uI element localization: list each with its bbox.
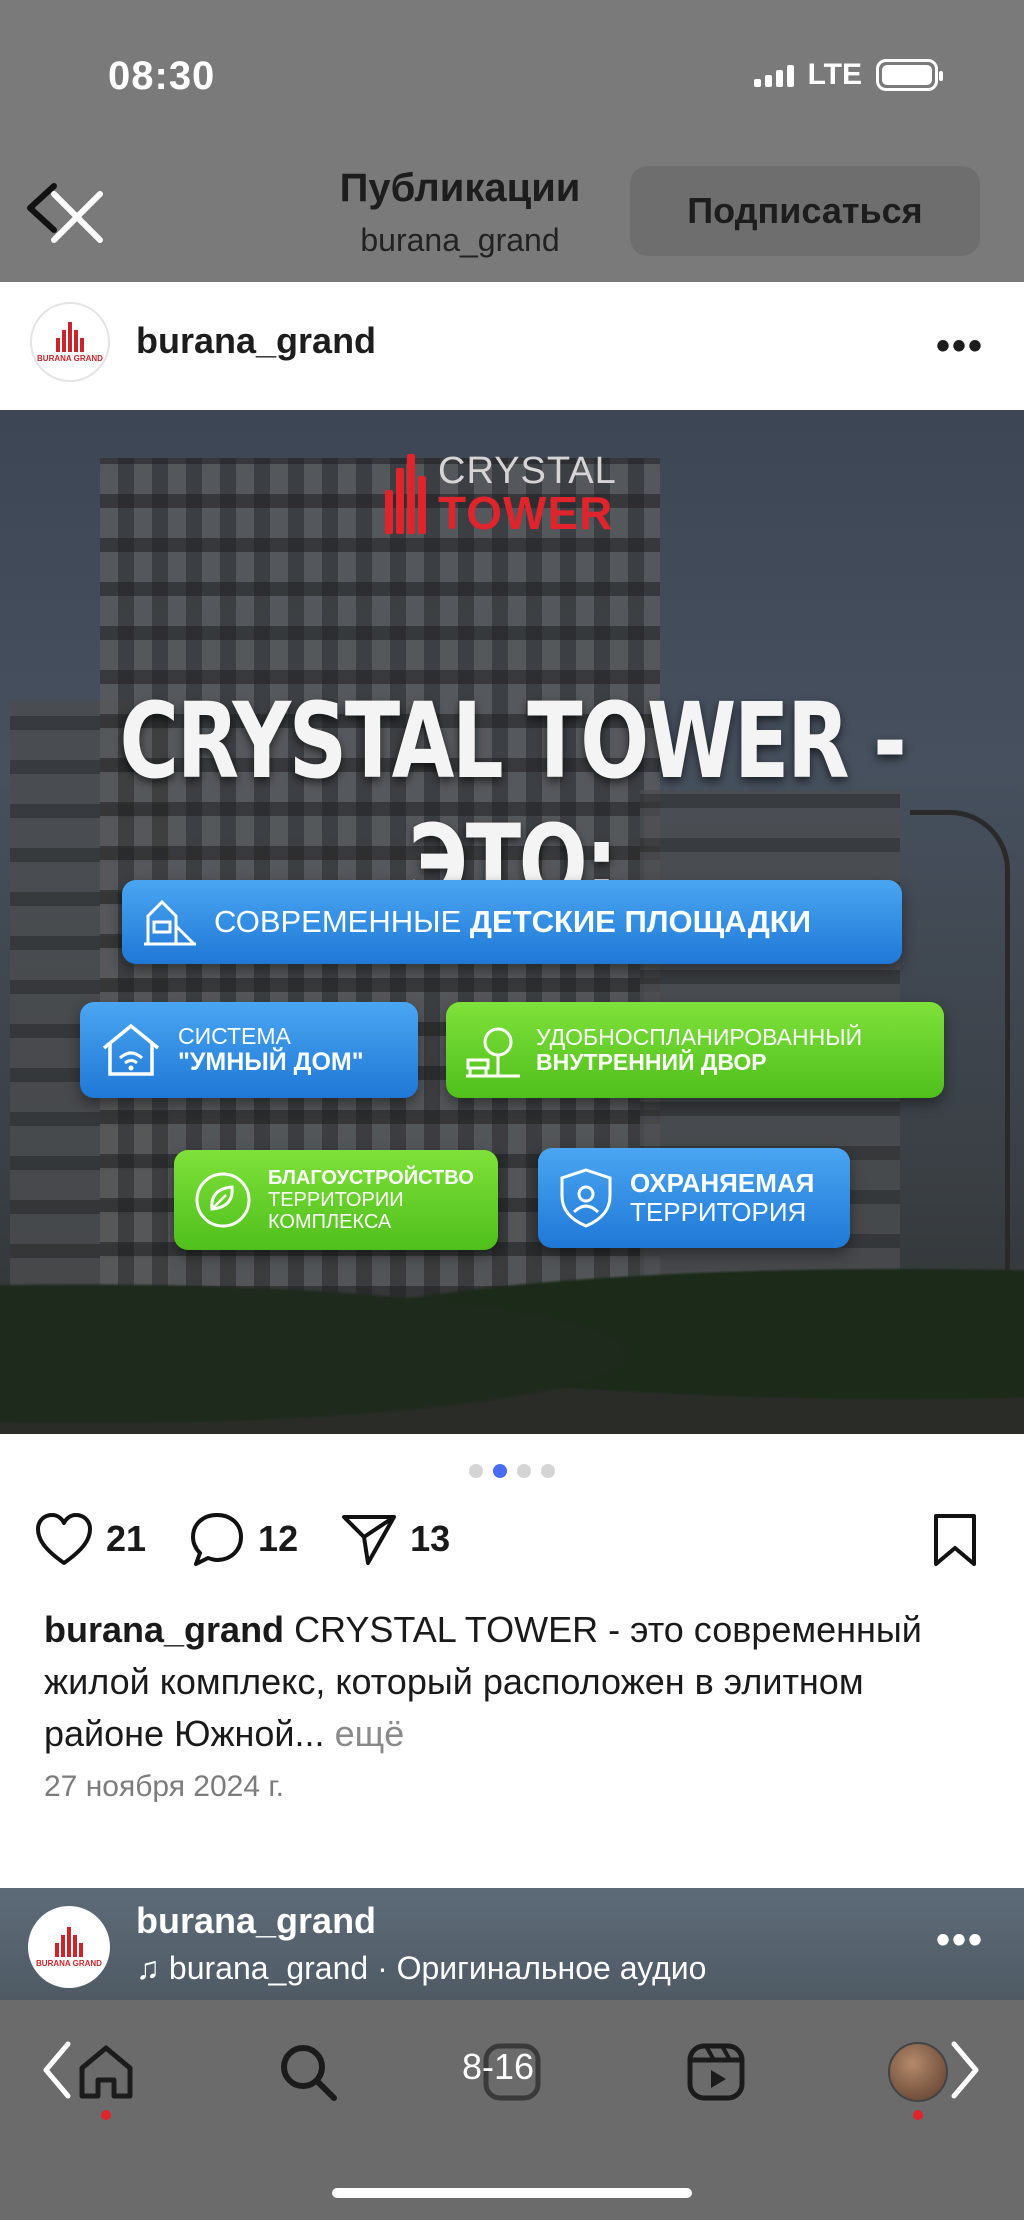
audio-label: burana_grand · Оригинальное аудио — [168, 1950, 707, 1986]
carousel-dot — [541, 1464, 555, 1478]
carousel-dot-active — [493, 1464, 507, 1478]
feature-text-light: СОВРЕМЕННЫЕ — [214, 903, 462, 939]
security-shield-icon — [560, 1168, 612, 1228]
feature-text-bold: ОХРАНЯЕМАЯ — [630, 1168, 815, 1199]
feature-courtyard: УДОБНОСПЛАНИРОВАННЫЙ ВНУТРЕННИЙ ДВОР — [446, 1002, 944, 1098]
likes-count: 21 — [106, 1518, 147, 1559]
feature-landscaping: БЛАГОУСТРОЙСТВО ТЕРРИТОРИИ КОМПЛЕКСА — [174, 1150, 498, 1250]
brand-logo-icon — [55, 1926, 83, 1957]
feature-playgrounds: СОВРЕМЕННЫЕ ДЕТСКИЕ ПЛОЩАДКИ — [122, 880, 902, 964]
bookmark-icon[interactable] — [930, 1512, 980, 1568]
feature-smart-home: СИСТЕМА "УМНЫЙ ДОМ" — [80, 1002, 418, 1098]
feature-text-bold: ВНУТРЕННИЙ ДВОР — [536, 1049, 767, 1075]
carousel-dot — [469, 1464, 483, 1478]
close-icon — [27, 183, 103, 243]
top-overlay: 08:30 LTE Публикации burana_grand Подпис… — [0, 0, 1024, 282]
trees — [0, 1234, 1024, 1434]
shares-count: 13 — [410, 1518, 451, 1559]
courtyard-icon — [466, 1027, 520, 1078]
next-post-audio[interactable]: ♫ burana_grand · Оригинальное аудио — [136, 1950, 706, 1987]
more-options-icon[interactable]: ••• — [936, 1918, 984, 1963]
avatar[interactable]: BURANA GRAND — [30, 302, 110, 382]
post-caption: burana_grand CRYSTAL TOWER - это совреме… — [44, 1604, 984, 1760]
feature-text-light: СИСТЕМА — [178, 1022, 291, 1049]
feature-text-light: ТЕРРИТОРИИ КОМПЛЕКСА — [268, 1189, 404, 1233]
tower-logo-icon — [385, 454, 426, 534]
post-username[interactable]: burana_grand — [136, 320, 376, 362]
avatar-logo-text: BURANA GRAND — [37, 353, 103, 363]
send-icon[interactable] — [340, 1511, 398, 1567]
battery-icon — [876, 59, 943, 91]
nav-home[interactable] — [66, 2032, 146, 2112]
feature-text-bold: БЛАГОУСТРОЙСТВО — [268, 1167, 474, 1189]
feature-secured-territory: ОХРАНЯЕМАЯ ТЕРРИТОРИЯ — [538, 1148, 850, 1248]
nav-reels[interactable] — [676, 2032, 756, 2112]
carousel-dot — [517, 1464, 531, 1478]
next-arrow-icon[interactable] — [948, 2038, 982, 2102]
page-indicator: 8-16 — [462, 2046, 535, 2087]
home-indicator — [332, 2188, 692, 2198]
smart-home-icon — [102, 1023, 160, 1076]
post-image[interactable]: CRYSTAL TOWER CRYSTAL TOWER - ЭТО: СОВРЕ… — [0, 410, 1024, 1434]
home-notification-dot — [101, 2110, 111, 2120]
avatar-logo-text: BURANA GRAND — [36, 1958, 102, 1968]
caption-more-link[interactable]: ещё — [335, 1713, 405, 1754]
playground-icon — [144, 899, 196, 946]
nav-profile[interactable] — [878, 2032, 958, 2112]
profile-avatar — [888, 2042, 948, 2102]
subscribe-button[interactable]: Подписаться — [630, 166, 980, 256]
comment-action[interactable]: 12 — [188, 1510, 298, 1568]
bottom-nav-bar: 8-16 — [0, 2000, 1024, 2220]
post-header: BURANA GRAND burana_grand ••• — [0, 282, 1024, 410]
next-post-username[interactable]: burana_grand — [136, 1900, 376, 1942]
more-options-icon[interactable]: ••• — [936, 324, 984, 369]
search-icon — [281, 2045, 337, 2101]
logo-word-tower: TOWER — [438, 487, 614, 539]
feature-text-bold: "УМНЫЙ ДОМ" — [178, 1047, 364, 1076]
like-action[interactable]: 21 — [34, 1511, 146, 1567]
feature-text-light: ТЕРРИТОРИЯ — [630, 1197, 807, 1227]
home-icon — [79, 2045, 133, 2099]
status-time: 08:30 — [108, 54, 216, 98]
status-indicators: LTE — [753, 58, 943, 92]
signal-icon — [753, 63, 794, 87]
crystal-tower-logo: CRYSTAL TOWER — [385, 452, 617, 536]
nav-search[interactable] — [268, 2032, 348, 2112]
save-button[interactable] — [930, 1512, 980, 1573]
eco-icon — [195, 1172, 251, 1228]
page-title: Публикации — [339, 166, 581, 210]
share-action[interactable]: 13 — [340, 1511, 450, 1567]
carousel-indicator — [0, 1464, 1024, 1478]
network-label: LTE — [807, 58, 862, 91]
page-subtitle[interactable]: burana_grand — [280, 222, 640, 259]
comment-icon[interactable] — [188, 1510, 246, 1568]
reels-icon — [687, 2043, 745, 2101]
logo-word-crystal: CRYSTAL — [438, 450, 617, 492]
feature-text-bold: ДЕТСКИЕ ПЛОЩАДКИ — [469, 903, 812, 939]
back-close-button[interactable] — [24, 176, 110, 262]
post-date: 27 ноября 2024 г. — [44, 1770, 284, 1803]
music-note-icon: ♫ — [136, 1950, 169, 1986]
caption-username[interactable]: burana_grand — [44, 1609, 284, 1650]
profile-notification-dot — [913, 2110, 923, 2120]
heart-icon[interactable] — [34, 1511, 94, 1567]
brand-logo-icon — [56, 321, 84, 352]
avatar[interactable]: BURANA GRAND — [28, 1906, 110, 1988]
comments-count: 12 — [258, 1518, 299, 1559]
post-actions: 21 12 13 — [34, 1510, 450, 1568]
feature-text-light: УДОБНОСПЛАНИРОВАННЫЙ — [536, 1023, 863, 1050]
next-post-header: BURANA GRAND burana_grand ♫ burana_grand… — [0, 1888, 1024, 2000]
